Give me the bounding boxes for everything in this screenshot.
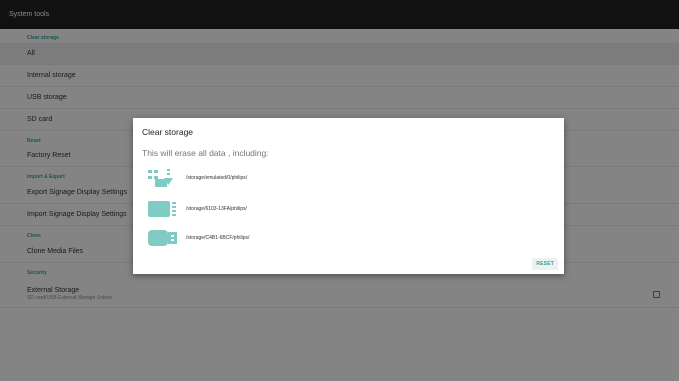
reset-button[interactable]: RESET [532, 258, 558, 270]
sd-card-icon [147, 199, 177, 219]
dialog-message: This will erase all data , including: [142, 148, 269, 158]
internal-storage-icon [147, 168, 177, 188]
storage-path-item: /storage/C4B1-6BCF/philips/ [147, 228, 249, 248]
usb-drive-icon [147, 228, 177, 248]
clear-storage-dialog: Clear storage This will erase all data ,… [133, 118, 564, 274]
storage-path-text: /storage/emulated/0/philips/ [186, 175, 248, 181]
storage-path-item: /storage/6103-13FA/philips/ [147, 199, 247, 219]
storage-path-item: /storage/emulated/0/philips/ [147, 168, 247, 188]
storage-path-text: /storage/C4B1-6BCF/philips/ [186, 235, 250, 241]
storage-path-text: /storage/6103-13FA/philips/ [186, 206, 247, 212]
dialog-title: Clear storage [142, 127, 194, 137]
